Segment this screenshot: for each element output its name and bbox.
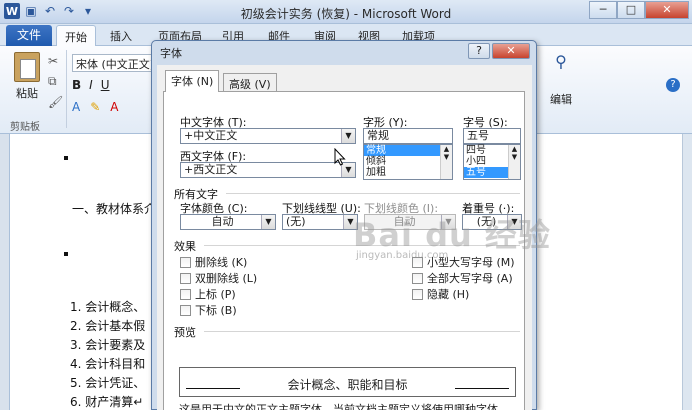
paste-label: 粘贴 (16, 87, 38, 100)
checkbox-box[interactable] (180, 304, 191, 316)
double-strikethrough-checkbox[interactable]: 双删除线 (L) (180, 270, 257, 286)
clipboard-group-label: 剪贴板 (10, 122, 40, 133)
mouse-pointer-icon (334, 148, 346, 166)
italic-icon[interactable]: I (89, 78, 93, 92)
checkbox-box[interactable] (180, 288, 191, 300)
underline-type-value: (无) (286, 215, 306, 228)
list-item: 3. 会计要素及 (70, 338, 146, 352)
underline-type-select[interactable]: (无) ▼ (282, 214, 358, 230)
chevron-down-icon: ▼ (341, 129, 355, 143)
vertical-ruler (0, 134, 10, 410)
title-bar: W ▣ ↶ ↷ ▾ 初级会计实务 (恢复) - Microsoft Word ─… (0, 0, 692, 24)
chevron-down-icon: ▼ (261, 215, 275, 229)
bold-icon[interactable]: B (72, 78, 81, 92)
copy-icon[interactable]: ⧉ (48, 74, 63, 89)
dialog-close-button[interactable]: ✕ (492, 43, 530, 59)
size-list[interactable]: 四号 小四 五号 ▲ ▼ (463, 144, 521, 180)
text-effects-icon[interactable]: A (72, 100, 80, 114)
format-painter-icon[interactable]: 🖌 (48, 95, 63, 109)
checkbox-box[interactable] (412, 288, 423, 300)
checkbox-box[interactable] (180, 272, 191, 284)
vertical-scrollbar[interactable] (682, 134, 692, 410)
checkbox-label: 上标 (P) (195, 288, 236, 301)
help-icon[interactable]: ? (666, 78, 680, 92)
list-item[interactable]: 加粗 (364, 167, 452, 178)
cn-font-value: +中文正文 (184, 129, 238, 142)
highlight-icon[interactable]: ✎ (90, 100, 100, 114)
checkbox-box[interactable] (180, 256, 191, 268)
list-item: 5. 会计凭证、 (70, 376, 146, 390)
group-divider (204, 331, 520, 332)
size-list-scrollbar[interactable]: ▲ ▼ (508, 145, 520, 179)
west-font-select[interactable]: +西文正文 ▼ (180, 162, 356, 178)
hidden-checkbox[interactable]: 隐藏 (H) (412, 286, 469, 302)
cut-icon[interactable]: ✂ (48, 54, 63, 68)
editing-button[interactable]: ⚲ 编辑 (546, 52, 576, 107)
style-input[interactable]: 常规 (363, 128, 453, 144)
dialog-controls: ? ✕ (468, 43, 530, 59)
strikethrough-checkbox[interactable]: 删除线 (K) (180, 254, 247, 270)
checkbox-label: 删除线 (K) (195, 256, 248, 269)
preview-baseline-right (455, 388, 509, 389)
baidu-watermark-url: jingyan.baidu.com (356, 250, 449, 261)
checkbox-label: 隐藏 (H) (427, 288, 470, 301)
dialog-title: 字体 (160, 47, 182, 60)
tab-home[interactable]: 开始 (56, 25, 96, 47)
clipboard-icon (14, 52, 40, 82)
preview-box: 会计概念、职能和目标 (179, 367, 516, 397)
font-name-box[interactable]: 宋体 (中文正文) (72, 54, 152, 72)
style-list[interactable]: 常规 倾斜 加粗 ▲ ▼ (363, 144, 453, 180)
all-caps-checkbox[interactable]: 全部大写字母 (A) (412, 270, 513, 286)
tab-advanced[interactable]: 高级 (V) (223, 73, 277, 91)
clipboard-small-buttons: ✂ ⧉ 🖌 (48, 54, 63, 109)
bullet-mark (64, 156, 68, 160)
list-item: 4. 会计科目和 (70, 357, 146, 371)
minimize-button[interactable]: ─ (589, 1, 617, 19)
size-input[interactable]: 五号 (463, 128, 521, 144)
group-divider (226, 193, 520, 194)
west-font-value: +西文正文 (184, 163, 238, 176)
binoculars-icon: ⚲ (555, 52, 567, 71)
paste-button[interactable]: 粘贴 (10, 52, 44, 101)
list-item: 1. 会计概念、 (70, 300, 146, 314)
font-effects-row: A ✎ A (72, 100, 119, 114)
close-button[interactable]: ✕ (645, 1, 689, 19)
font-color-select[interactable]: 自动 ▼ (180, 214, 276, 230)
font-description: 这是用于中文的正文主题字体。当前文档主题定义将使用哪种字体。 (179, 403, 509, 410)
list-item: 2. 会计基本假 (70, 319, 146, 333)
checkbox-box[interactable] (412, 272, 423, 284)
editing-group: ⚲ 编辑 ? (540, 50, 692, 130)
superscript-checkbox[interactable]: 上标 (P) (180, 286, 236, 302)
cn-font-select[interactable]: +中文正文 ▼ (180, 128, 356, 144)
list-item: 6. 财产清算↵ (70, 395, 144, 409)
list-item[interactable]: 倾斜 (364, 156, 452, 167)
window-controls: ─ □ ✕ (589, 1, 689, 19)
font-color-icon[interactable]: A (110, 100, 118, 114)
bullet-mark (64, 252, 68, 256)
effects-group-title: 效果 (174, 240, 196, 253)
checkbox-label: 全部大写字母 (A) (427, 272, 513, 285)
underline-icon[interactable]: U (101, 78, 110, 92)
maximize-button[interactable]: □ (617, 1, 645, 19)
group-separator (66, 50, 67, 128)
dialog-help-button[interactable]: ? (468, 43, 490, 59)
checkbox-label: 双删除线 (L) (195, 272, 258, 285)
list-item[interactable]: 常规 (364, 145, 452, 156)
preview-text: 会计概念、职能和目标 (287, 378, 408, 392)
style-list-scrollbar[interactable]: ▲ ▼ (440, 145, 452, 179)
subscript-checkbox[interactable]: 下标 (B) (180, 302, 237, 318)
tab-font[interactable]: 字体 (N) (165, 70, 220, 92)
preview-group-title: 预览 (174, 326, 196, 339)
checkbox-label: 下标 (B) (195, 304, 237, 317)
editing-label: 编辑 (550, 93, 572, 106)
tab-insert[interactable]: 插入 (110, 28, 132, 44)
font-format-row: B I U (72, 78, 110, 92)
tab-file[interactable]: 文件 (6, 25, 52, 46)
font-color-value: 自动 (211, 215, 234, 228)
